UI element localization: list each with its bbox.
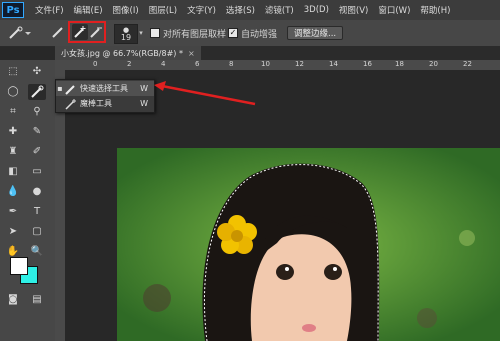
eraser-tool-icon[interactable]: ◧: [4, 164, 22, 180]
history-brush-icon[interactable]: ✐: [28, 144, 46, 160]
lasso-tool-icon[interactable]: ◯: [4, 84, 22, 100]
pen-tool-icon[interactable]: ✒: [4, 204, 22, 220]
ruler-label: 6: [195, 60, 200, 68]
tool-preset-picker[interactable]: [6, 24, 32, 42]
highlight-box: [68, 21, 106, 43]
dodge-tool-icon[interactable]: ●: [28, 184, 46, 200]
menu-layer[interactable]: 图层(L): [144, 4, 182, 16]
refine-edge-button[interactable]: 调整边缘...: [287, 26, 344, 40]
selection-tool-flyout: ▪ 快速选择工具 W 魔棒工具 W: [55, 79, 155, 113]
flyout-item-quick-selection[interactable]: ▪ 快速选择工具 W: [56, 81, 154, 96]
ruler-label: 12: [295, 60, 304, 68]
ruler-label: 18: [395, 60, 404, 68]
zoom-tool-icon[interactable]: 🔍: [28, 244, 46, 260]
eyedropper-tool-icon[interactable]: ⚲: [28, 104, 46, 120]
auto-enhance-label: 自动增强: [241, 29, 278, 40]
quick-mask-icon[interactable]: ◙: [4, 292, 22, 308]
menu-file[interactable]: 文件(F): [30, 4, 69, 16]
flyout-item-shortcut: W: [140, 84, 148, 93]
flyout-item-shortcut: W: [140, 99, 148, 108]
menu-bar: Ps 文件(F) 编辑(E) 图像(I) 图层(L) 文字(Y) 选择(S) 滤…: [0, 0, 500, 21]
clone-stamp-icon[interactable]: ♜: [4, 144, 22, 160]
brush-size-dropdown[interactable]: ▾: [137, 24, 145, 42]
shape-tool-icon[interactable]: ▢: [28, 224, 46, 240]
ruler-label: 10: [261, 60, 270, 68]
screen-mode-icon[interactable]: ▤: [28, 292, 46, 308]
flyout-item-magic-wand[interactable]: 魔棒工具 W: [56, 96, 154, 111]
brush-tool-icon[interactable]: ✎: [28, 124, 46, 140]
ruler-label: 0: [93, 60, 98, 68]
document-tab-bar: 小女孩.jpg @ 66.7%(RGB/8#) * ×: [55, 46, 500, 60]
crop-tool-icon[interactable]: ⌗: [4, 104, 22, 120]
ruler-label: 20: [429, 60, 438, 68]
sample-all-layers-checkbox[interactable]: [150, 24, 160, 42]
quick-selection-icon: [9, 26, 31, 39]
healing-brush-icon[interactable]: ✚: [4, 124, 22, 140]
menu-image[interactable]: 图像(I): [108, 4, 144, 16]
document-tab[interactable]: 小女孩.jpg @ 66.7%(RGB/8#) * ×: [55, 46, 201, 60]
menu-select[interactable]: 选择(S): [221, 4, 260, 16]
sample-all-layers-label: 对所有图层取样: [163, 29, 227, 40]
brush-size-value: 19: [120, 33, 132, 42]
menu-edit[interactable]: 编辑(E): [69, 4, 108, 16]
ruler-label: 2: [127, 60, 132, 68]
chevron-down-icon: ▾: [139, 29, 143, 37]
document-title: 小女孩.jpg @ 66.7%(RGB/8#) *: [61, 48, 183, 58]
quick-selection-icon: [65, 84, 75, 95]
marquee-tool-icon[interactable]: ⬚: [4, 64, 22, 80]
checkbox-unchecked: [150, 28, 160, 38]
ruler-label: 14: [329, 60, 338, 68]
brush-size-picker[interactable]: ● 19: [114, 24, 138, 44]
menu-3d[interactable]: 3D(D): [299, 5, 334, 15]
brush-new-icon: [52, 27, 63, 38]
tools-panel: ⬚ ✣ ◯ ⌗ ⚲ ✚ ✎ ♜ ✐ ◧ ▭ 💧 ● ✒ T ➤ ▢ ✋ 🔍 ◙ …: [0, 60, 56, 341]
quick-selection-tool-icon[interactable]: [28, 84, 46, 100]
annotation-arrow: [154, 81, 256, 106]
flyout-item-label: 快速选择工具: [80, 84, 128, 93]
close-icon[interactable]: ×: [188, 49, 195, 58]
type-tool-icon[interactable]: T: [28, 204, 46, 220]
photoshop-logo: Ps: [2, 2, 24, 18]
photo-illustration: [117, 148, 500, 341]
magic-wand-icon: [65, 98, 76, 110]
path-selection-icon[interactable]: ➤: [4, 224, 22, 240]
flyout-item-label: 魔棒工具: [80, 99, 112, 108]
menu-filter[interactable]: 滤镜(T): [260, 4, 299, 16]
blur-tool-icon[interactable]: 💧: [4, 184, 22, 200]
quick-selection-icon: [31, 85, 44, 98]
menu-type[interactable]: 文字(Y): [182, 4, 221, 16]
ruler-label: 4: [161, 60, 166, 68]
menu-help[interactable]: 帮助(H): [415, 4, 455, 16]
options-bar: ● 19 ▾ 对所有图层取样 ✓ 自动增强 调整边缘...: [0, 20, 500, 47]
ruler-label: 16: [363, 60, 372, 68]
menu-view[interactable]: 视图(V): [334, 4, 373, 16]
menu-window[interactable]: 窗口(W): [373, 4, 415, 16]
ruler-label: 8: [229, 60, 234, 68]
gradient-tool-icon[interactable]: ▭: [28, 164, 46, 180]
check-icon: ✓: [228, 28, 238, 38]
new-selection-button[interactable]: [50, 24, 66, 40]
foreground-color-swatch[interactable]: [10, 257, 28, 275]
auto-enhance-checkbox[interactable]: ✓: [228, 24, 238, 42]
girl-photo: [117, 148, 500, 341]
bullet-icon: ▪: [57, 84, 63, 93]
move-tool-icon[interactable]: ✣: [28, 64, 46, 80]
ruler-label: 22: [463, 60, 472, 68]
